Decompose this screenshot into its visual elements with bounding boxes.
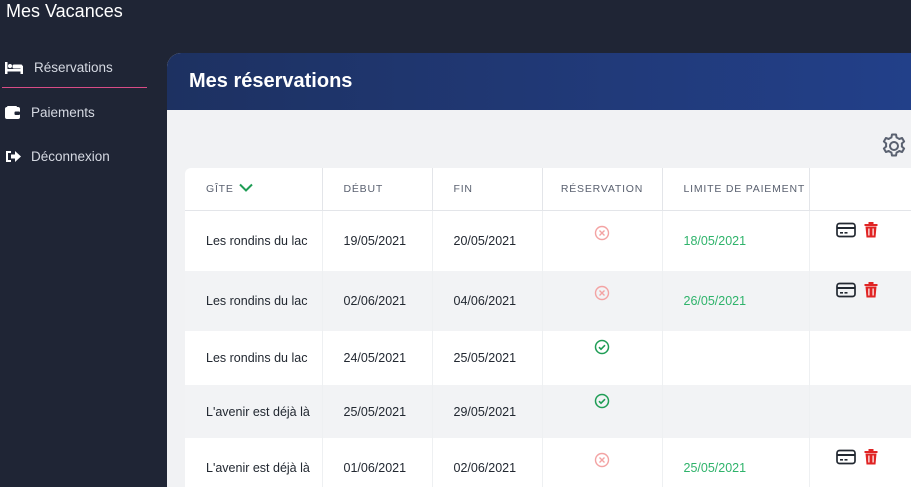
column-header-fin: Fin — [432, 168, 543, 211]
cell-reservation — [542, 271, 663, 331]
cell-gite: Les rondins du lac — [185, 210, 323, 271]
app-title: Mes Vacances — [6, 1, 123, 21]
cell-fin: 25/05/2021 — [432, 331, 543, 385]
cell-gite: Les rondins du lac — [185, 331, 323, 385]
column-header-gite[interactable]: Gîte — [185, 168, 323, 211]
cell-debut: 19/05/2021 — [322, 210, 433, 271]
cell-gite: L'avenir est déjà là — [185, 438, 323, 487]
main-panel: Mes réservations Gîte — [167, 53, 911, 487]
cancel-circle-icon — [594, 452, 610, 468]
credit-card-icon[interactable] — [835, 449, 856, 467]
cell-limite: 18/05/2021 — [662, 210, 810, 271]
cell-actions — [809, 385, 911, 438]
cell-fin: 29/05/2021 — [432, 385, 543, 438]
cell-limite — [662, 331, 810, 385]
cell-actions — [809, 438, 911, 487]
trash-icon[interactable] — [864, 221, 884, 240]
gear-icon[interactable] — [880, 132, 908, 160]
cancel-circle-icon — [594, 225, 610, 241]
column-header-reservation: Réservation — [542, 168, 663, 211]
cell-actions — [809, 271, 911, 331]
page-title: Mes réservations — [189, 70, 353, 92]
trash-icon[interactable] — [864, 449, 884, 467]
cell-limite: 25/05/2021 — [662, 438, 810, 487]
cell-gite: Les rondins du lac — [185, 271, 323, 331]
cell-actions — [809, 331, 911, 385]
column-header-label: Gîte — [206, 182, 234, 195]
cell-reservation — [542, 385, 663, 438]
sidebar-item-label: Déconnexion — [31, 148, 110, 164]
sidebar-item-paiements[interactable]: Paiements — [0, 92, 150, 132]
sidebar-item-deconnexion[interactable]: Déconnexion — [0, 136, 150, 176]
reservations-table: Gîte Début Fin Réservation Limite de pai… — [185, 168, 911, 487]
table-row: L'avenir est déjà là 01/06/2021 02/06/2021… — [185, 438, 911, 487]
table-row: Les rondins du lac 19/05/2021 20/05/2021 18… — [185, 210, 911, 271]
column-header-debut: Début — [322, 168, 433, 211]
cell-debut: 02/06/2021 — [322, 271, 433, 331]
sidebar-item-label: Paiements — [31, 104, 95, 120]
cell-limite: 26/05/2021 — [662, 271, 810, 331]
column-header-actions — [809, 168, 911, 211]
cell-gite: L'avenir est déjà là — [185, 385, 323, 438]
check-circle-icon — [594, 339, 610, 355]
bed-icon — [5, 60, 27, 76]
trash-icon[interactable] — [864, 282, 884, 300]
sidebar-item-label: Réservations — [34, 60, 113, 75]
cell-actions — [809, 210, 911, 271]
table-header-row: Gîte Début Fin Réservation Limite de pai… — [185, 168, 911, 211]
sidebar: Réservations Paiements Déconnexion — [0, 48, 150, 176]
credit-card-icon[interactable] — [835, 222, 856, 240]
column-header-limite: Limite de paiement — [662, 168, 810, 211]
reservations-table-card: Gîte Début Fin Réservation Limite de pai… — [185, 168, 911, 487]
cell-fin: 04/06/2021 — [432, 271, 543, 331]
sidebar-item-reservations[interactable]: Réservations — [2, 48, 147, 88]
cell-reservation — [542, 438, 663, 487]
credit-card-icon[interactable] — [835, 282, 856, 300]
cell-debut: 24/05/2021 — [322, 331, 433, 385]
cell-debut: 01/06/2021 — [322, 438, 433, 487]
table-row: L'avenir est déjà là 25/05/2021 29/05/2021 — [185, 385, 911, 438]
cell-debut: 25/05/2021 — [322, 385, 433, 438]
cell-fin: 20/05/2021 — [432, 210, 543, 271]
logout-icon — [5, 148, 27, 164]
chevron-down-icon[interactable] — [239, 182, 254, 196]
main-header: Mes réservations — [167, 53, 911, 110]
table-row: Les rondins du lac 02/06/2021 04/06/2021 26… — [185, 271, 911, 331]
cell-reservation — [542, 210, 663, 271]
cancel-circle-icon — [594, 285, 610, 301]
check-circle-icon — [594, 393, 610, 409]
cell-fin: 02/06/2021 — [432, 438, 543, 487]
table-row: Les rondins du lac 24/05/2021 25/05/2021 — [185, 331, 911, 385]
cell-reservation — [542, 331, 663, 385]
wallet-icon — [5, 104, 27, 120]
cell-limite — [662, 385, 810, 438]
